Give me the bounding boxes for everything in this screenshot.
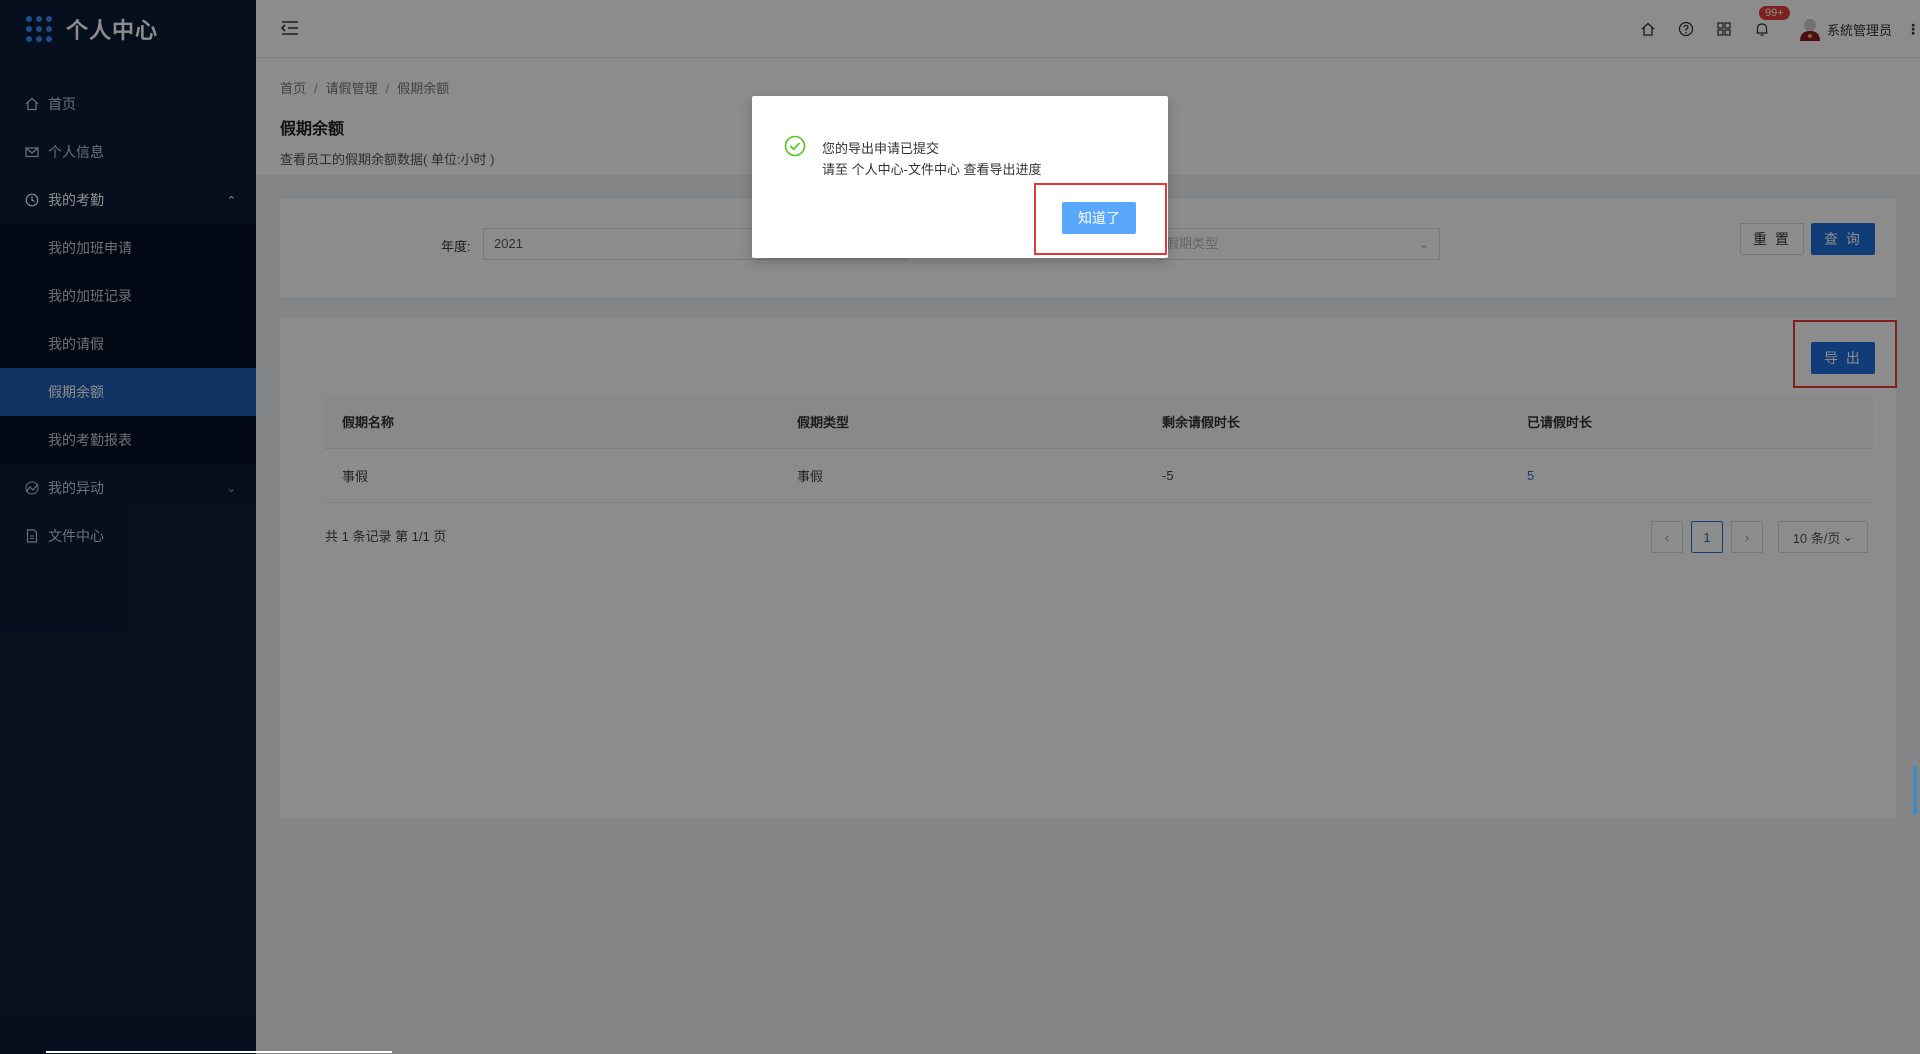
dialog-title: 您的导出申请已提交 xyxy=(822,141,940,156)
bottom-divider xyxy=(46,1051,392,1053)
scrollbar-thumb[interactable] xyxy=(1912,766,1918,816)
ok-highlight-box xyxy=(1034,183,1167,255)
dialog-content: 请至 个人中心-文件中心 查看导出进度 xyxy=(822,162,1042,177)
success-check-icon xyxy=(784,135,806,157)
